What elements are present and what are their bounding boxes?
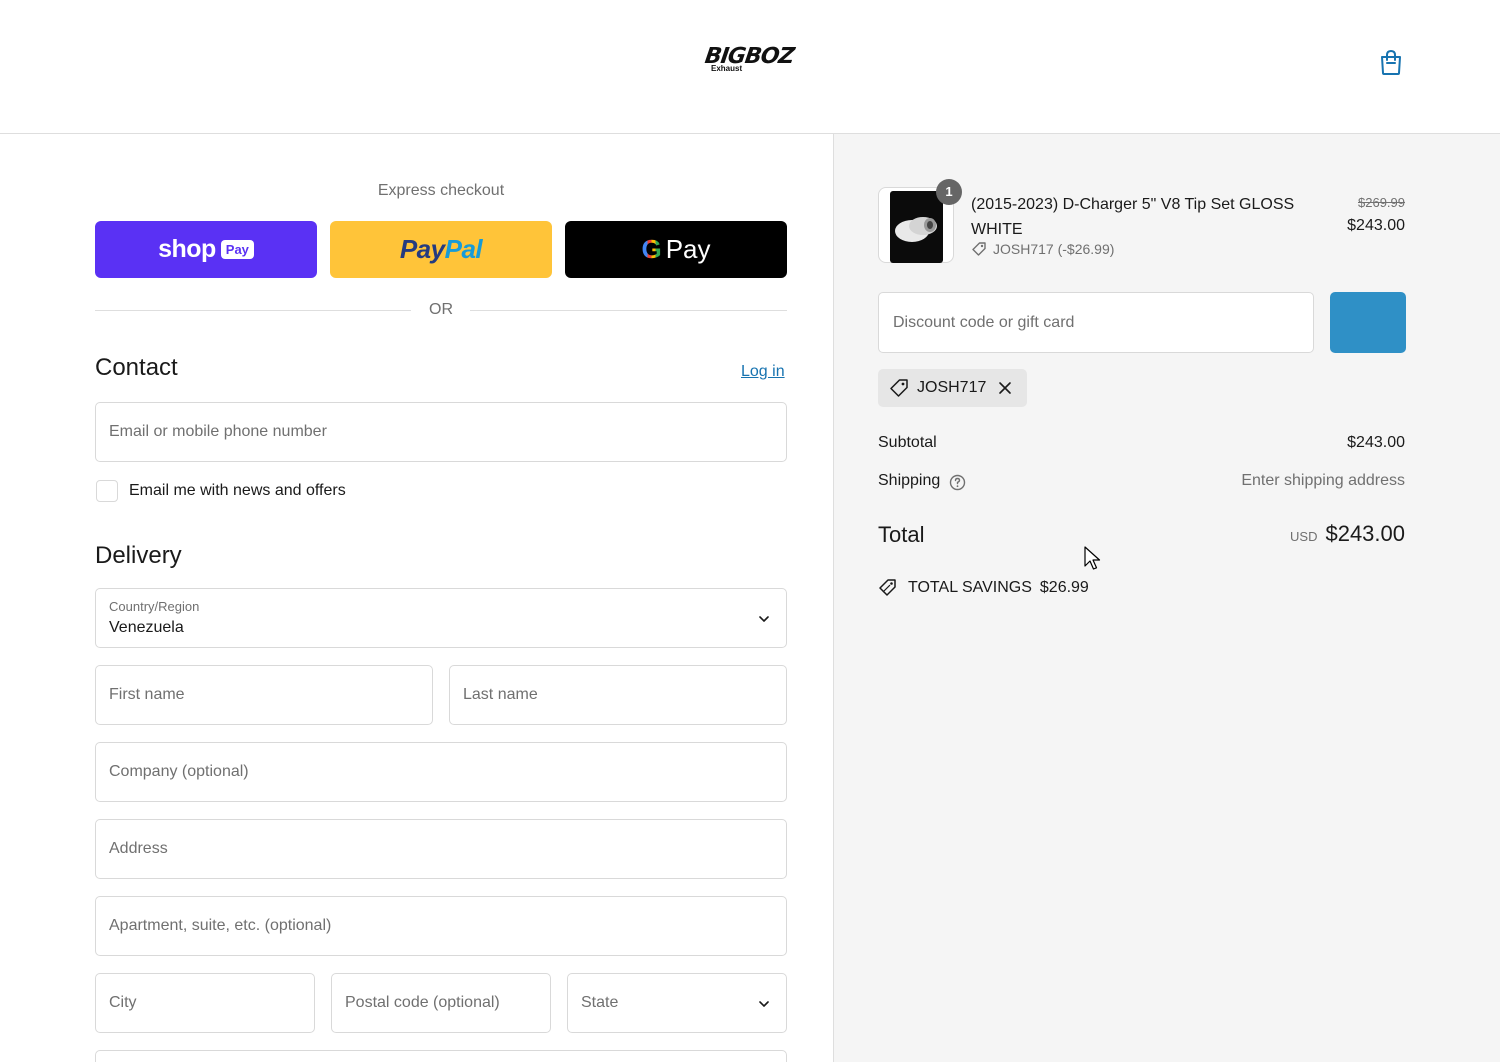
applied-code: JOSH717 (917, 379, 987, 396)
paypal-logo-part2: Pal (444, 234, 483, 264)
savings-tag-icon (879, 579, 896, 596)
postal-code-field[interactable]: Postal code (optional) (331, 973, 551, 1033)
company-placeholder: Company (optional) (109, 763, 249, 780)
total-label: Total (878, 522, 925, 547)
newsletter-checkbox[interactable] (96, 480, 118, 502)
first-name-field[interactable]: First name (95, 665, 433, 725)
phone-field[interactable] (95, 1050, 787, 1062)
apartment-field[interactable]: Apartment, suite, etc. (optional) (95, 896, 787, 956)
paypal-button[interactable]: PayPal (330, 221, 552, 278)
express-checkout-title: Express checkout (377, 182, 505, 199)
product-name: (2015-2023) D-Charger 5" V8 Tip Set GLOS… (971, 196, 1295, 238)
last-name-field[interactable]: Last name (449, 665, 787, 725)
discount-code-input[interactable]: Discount code or gift card (878, 292, 1314, 353)
login-link[interactable]: Log in (741, 363, 785, 381)
contact-heading: Contact (95, 354, 178, 381)
total-amount: $243.00 (1325, 521, 1405, 546)
city-field[interactable]: City (95, 973, 315, 1033)
last-name-placeholder: Last name (463, 686, 538, 703)
brand-logo[interactable]: BIGBOZ Exhaust (702, 44, 800, 76)
shop-pay-word: shop (158, 235, 216, 263)
country-value: Venezuela (109, 619, 184, 636)
address-placeholder: Address (109, 840, 168, 857)
subtotal-value: $243.00 (1347, 434, 1405, 451)
company-field[interactable]: Company (optional) (95, 742, 787, 802)
final-price: $243.00 (1347, 217, 1405, 234)
apartment-placeholder: Apartment, suite, etc. (optional) (109, 917, 332, 934)
address-field[interactable]: Address (95, 819, 787, 879)
google-pay-button[interactable]: G Pay (565, 221, 787, 278)
newsletter-label: Email me with news and offers (129, 482, 346, 499)
shipping-label: Shipping (878, 472, 941, 489)
email-field[interactable]: Email or mobile phone number (95, 402, 787, 462)
mouse-pointer-icon (1084, 546, 1101, 570)
chevron-down-icon (759, 616, 769, 622)
or-text: OR (429, 301, 453, 318)
state-placeholder: State (581, 994, 619, 1011)
discount-placeholder: Discount code or gift card (893, 314, 1075, 331)
postal-code-placeholder: Postal code (optional) (345, 994, 500, 1011)
order-summary: 1 (2015-2023) D-Charger 5" V8 Tip Set GL… (833, 134, 1500, 1062)
logo-subtext: Exhaust (711, 64, 743, 73)
quantity-badge: 1 (936, 179, 962, 205)
city-placeholder: City (109, 994, 137, 1011)
country-label: Country/Region (109, 599, 200, 614)
shop-pay-badge: Pay (220, 240, 254, 259)
paypal-logo-part1: Pay (399, 234, 445, 264)
state-select[interactable]: State (567, 973, 787, 1033)
original-price: $269.99 (1358, 195, 1405, 210)
newsletter-option[interactable]: Email me with news and offers (96, 480, 346, 502)
first-name-placeholder: First name (109, 686, 185, 703)
remove-code-close-icon[interactable] (998, 381, 1012, 395)
tag-icon (972, 242, 986, 256)
google-pay-word: Pay (665, 234, 711, 264)
tag-icon (890, 379, 908, 397)
header: BIGBOZ Exhaust (0, 0, 1500, 134)
product-image (890, 191, 943, 263)
help-icon[interactable] (949, 474, 966, 491)
email-placeholder: Email or mobile phone number (109, 423, 327, 440)
total-value: USD $243.00 (1290, 521, 1405, 547)
savings-amount: $26.99 (1039, 579, 1089, 596)
or-divider: OR (95, 300, 787, 320)
country-select[interactable]: Country/Region Venezuela (95, 588, 787, 648)
paypal-logo: PayPal (399, 234, 483, 265)
product-discount-text: JOSH717 (-$26.99) (993, 241, 1115, 257)
shipping-value: Enter shipping address (1241, 472, 1405, 489)
shopping-bag-icon[interactable] (1378, 48, 1404, 76)
applied-code-tag: JOSH717 (878, 369, 1027, 407)
delivery-heading: Delivery (95, 542, 182, 569)
savings-label: TOTAL SAVINGS (908, 579, 1032, 596)
total-currency: USD (1290, 529, 1318, 544)
google-g-icon: G (641, 234, 662, 264)
apply-discount-button[interactable] (1330, 292, 1406, 353)
product-discount: JOSH717 (-$26.99) (971, 241, 1114, 257)
shop-pay-button[interactable]: shop Pay (95, 221, 317, 278)
total-savings: TOTAL SAVINGS $26.99 (878, 578, 1089, 598)
checkout-form: Express checkout shop Pay PayPal G Pay O… (0, 134, 833, 1062)
chevron-down-icon (759, 1001, 769, 1007)
subtotal-label: Subtotal (878, 434, 937, 451)
